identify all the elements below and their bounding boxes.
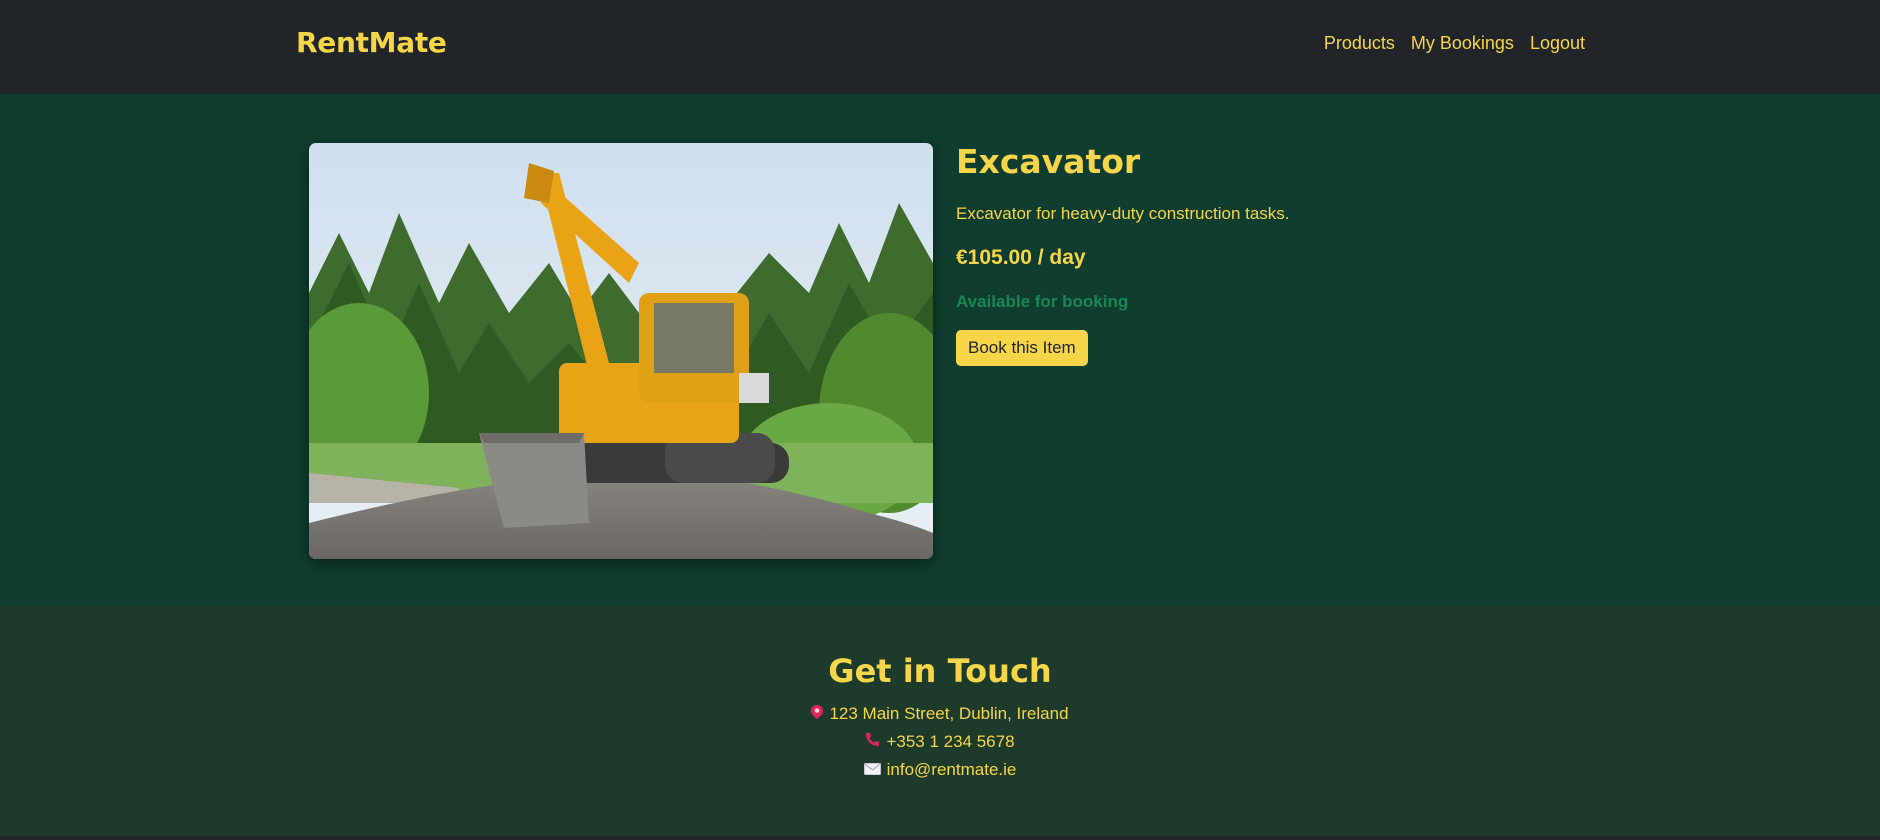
nav-link-logout[interactable]: Logout [1530,33,1585,54]
pin-icon [811,700,824,728]
excavator-photo [309,143,933,559]
product-section: Excavator Excavator for heavy-duty const… [0,94,1880,606]
nav-link-products[interactable]: Products [1324,33,1395,54]
availability-status: Available for booking [956,291,1129,311]
product-title: Excavator [956,142,1141,181]
footer-title: Get in Touch [828,652,1052,690]
contact-email: info@rentmate.ie [0,756,1880,784]
brand-logo[interactable]: RentMate [296,26,447,59]
nav-link-my-bookings[interactable]: My Bookings [1411,33,1514,54]
book-item-button[interactable]: Book this Item [956,329,1088,366]
contact-email-text[interactable]: info@rentmate.ie [887,760,1017,779]
navbar: RentMate Products My Bookings Logout [0,0,1880,94]
phone-icon [865,728,880,756]
contact-list: 123 Main Street, Dublin, Ireland +353 1 … [0,700,1880,784]
bottom-strip [0,836,1880,840]
product-description: Excavator for heavy-duty construction ta… [956,203,1290,223]
contact-address: 123 Main Street, Dublin, Ireland [0,700,1880,728]
envelope-icon [863,756,881,784]
footer: Get in Touch 123 Main Street, Dublin, Ir… [0,606,1880,836]
nav-links: Products My Bookings Logout [1324,33,1585,54]
contact-address-text: 123 Main Street, Dublin, Ireland [829,704,1069,723]
product-image [309,143,933,559]
contact-phone: +353 1 234 5678 [0,728,1880,756]
product-info: Excavator Excavator for heavy-duty const… [956,142,1656,366]
contact-phone-text[interactable]: +353 1 234 5678 [886,732,1014,751]
product-price: €105.00 / day [956,245,1086,269]
